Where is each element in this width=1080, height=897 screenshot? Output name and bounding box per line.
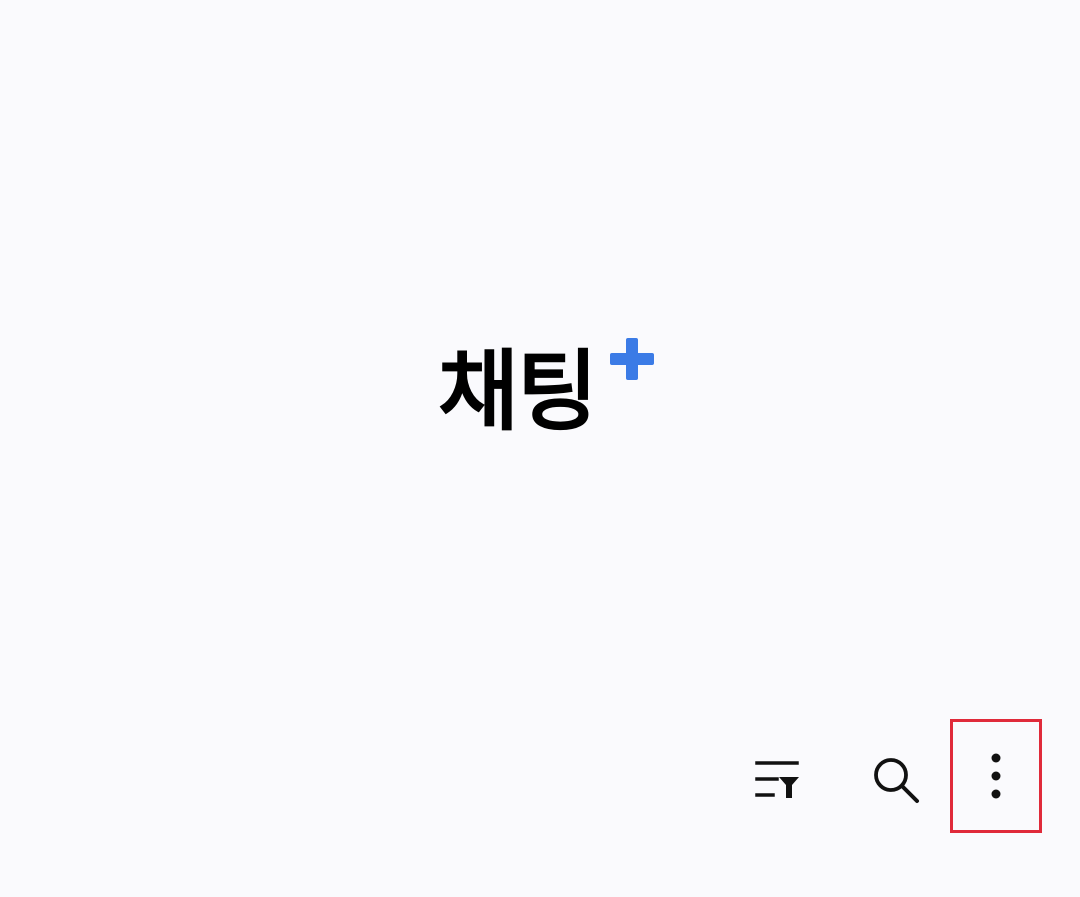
more-options-button[interactable] bbox=[950, 719, 1042, 833]
search-icon bbox=[874, 758, 919, 803]
search-button[interactable] bbox=[864, 750, 928, 810]
filter-button[interactable] bbox=[746, 750, 810, 810]
logo-text: 채팅 bbox=[438, 340, 598, 443]
plus-icon bbox=[610, 338, 654, 380]
list-filter-icon bbox=[755, 761, 799, 798]
vertical-dots-icon bbox=[991, 753, 1001, 799]
